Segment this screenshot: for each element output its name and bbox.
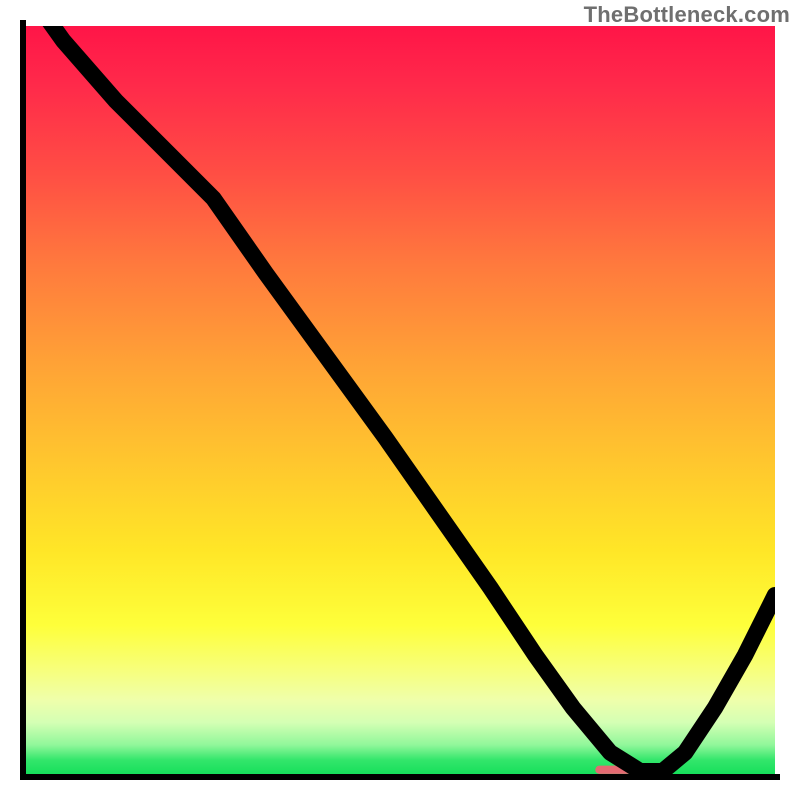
watermark-text: TheBottleneck.com bbox=[584, 2, 790, 28]
chart-container: TheBottleneck.com bbox=[0, 0, 800, 800]
bottleneck-curve bbox=[26, 26, 775, 771]
chart-overlay bbox=[26, 26, 775, 775]
x-axis-line bbox=[20, 774, 780, 780]
plot-area bbox=[26, 26, 775, 775]
y-axis-line bbox=[20, 20, 26, 780]
